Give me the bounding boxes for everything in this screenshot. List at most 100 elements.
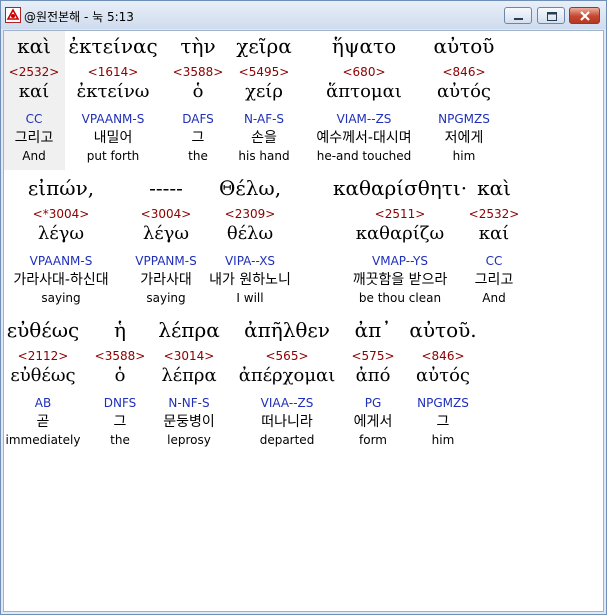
strong-number[interactable]: <846> [421, 350, 464, 362]
maximize-icon [547, 12, 557, 21]
strong-number[interactable]: <3588> [95, 350, 146, 362]
strong-number[interactable]: <2532> [9, 66, 60, 78]
app-window: @원전본해 - 눅 5:13 καὶ <2532> καί CC 그리고 And ἐκτεί… [0, 0, 607, 615]
korean-gloss: 깨끗함을 받으라 [352, 272, 448, 288]
english-gloss: leprosy [167, 433, 211, 447]
strong-number[interactable]: <3588> [173, 66, 224, 78]
korean-gloss: 곧 [36, 414, 50, 430]
greek-word: εὐθέως [6, 318, 80, 342]
greek-word: λέπρα [158, 318, 220, 342]
korean-gloss: 내밀어 [93, 130, 133, 146]
korean-gloss: 그 [436, 414, 450, 430]
strong-number[interactable]: <575> [351, 350, 394, 362]
greek-word: εἰπών, [27, 176, 95, 200]
lexical-form: αὐτός [437, 81, 491, 102]
greek-word: τὴν [180, 34, 216, 58]
parsing-code: VIAM--ZS [336, 112, 392, 126]
english-gloss: I will [236, 291, 264, 305]
maximize-button[interactable] [537, 7, 565, 24]
strong-number[interactable]: <2309> [225, 208, 276, 220]
korean-gloss: 떠나니라 [261, 414, 313, 430]
close-icon [580, 11, 590, 21]
greek-word: ἥψατο [331, 34, 397, 58]
strong-number[interactable]: <2532> [469, 208, 520, 220]
lexical-form: ὁ [192, 81, 204, 102]
english-gloss: saying [41, 291, 81, 305]
greek-word: αὐτοῦ [433, 34, 495, 58]
greek-word: χεῖρα [236, 34, 292, 58]
english-gloss: his hand [238, 149, 290, 163]
english-gloss: put forth [86, 149, 140, 163]
strong-number[interactable]: <3014> [164, 350, 215, 362]
parsing-code: VIPA--XS [224, 254, 276, 268]
english-gloss: And [482, 291, 506, 305]
strong-number[interactable]: <846> [442, 66, 485, 78]
lexical-form: λέγω [37, 223, 85, 244]
english-gloss: the [188, 149, 208, 163]
english-gloss: form [359, 433, 387, 447]
parsing-code: CC [485, 254, 503, 268]
korean-gloss: 에게서 [353, 414, 393, 430]
parsing-code: VPAANM-S [81, 112, 145, 126]
greek-word: καὶ [477, 176, 511, 200]
minimize-button[interactable] [504, 7, 532, 24]
lexical-form: λέγω [142, 223, 190, 244]
strong-number[interactable]: <*3004> [33, 208, 90, 220]
parsing-code: AB [34, 396, 52, 410]
parsing-code: N-NF-S [168, 396, 210, 410]
lexical-form: καί [478, 223, 510, 244]
minimize-icon [514, 18, 523, 20]
lexical-form: ἐκτείνω [76, 81, 150, 102]
korean-gloss: 손을 [251, 130, 277, 146]
window-title: @원전본해 - 눅 5:13 [24, 10, 134, 24]
close-button[interactable] [569, 7, 600, 24]
lexical-form: λέπρα [161, 365, 217, 386]
strong-number[interactable]: <5495> [239, 66, 290, 78]
korean-gloss: 그리고 [14, 130, 54, 146]
english-gloss: the [110, 433, 130, 447]
greek-word: ἐκτείνας [68, 34, 158, 58]
korean-gloss: 그 [113, 414, 127, 430]
lexical-form: καθαρίζω [355, 223, 445, 244]
lexical-form: ὁ [114, 365, 126, 386]
parsing-code: VPAANM-S [29, 254, 93, 268]
strong-number[interactable]: <2511> [375, 208, 426, 220]
english-gloss: immediately [5, 433, 81, 447]
app-logo-icon [5, 7, 21, 23]
strong-number[interactable]: <680> [342, 66, 385, 78]
korean-gloss: 문둥병이 [163, 414, 215, 430]
parsing-code: DNFS [103, 396, 137, 410]
strong-number[interactable]: <2112> [18, 350, 69, 362]
strong-number[interactable]: <3004> [141, 208, 192, 220]
greek-word: καὶ [17, 34, 51, 58]
parsing-code: VIAA--ZS [260, 396, 314, 410]
parsing-code: NPGMZS [438, 112, 490, 126]
greek-word: ἀπ᾽ [354, 318, 392, 342]
english-gloss: he-and touched [316, 149, 412, 163]
strong-number[interactable]: <1614> [88, 66, 139, 78]
lexical-form: αὐτός [416, 365, 470, 386]
korean-gloss: 그 [191, 130, 205, 146]
korean-gloss: 내가 원하노니 [209, 272, 291, 288]
english-gloss: be thou clean [358, 291, 442, 305]
parsing-code: NPGMZS [417, 396, 469, 410]
strong-number[interactable]: <565> [265, 350, 308, 362]
parsing-code: VMAP--YS [372, 254, 428, 268]
parsing-code: VPPANM-S [135, 254, 197, 268]
parsing-code: N-AF-S [243, 112, 285, 126]
greek-word: ἡ [114, 318, 126, 342]
greek-word: Θέλω, [218, 176, 282, 200]
korean-gloss: 가라사대-하신대 [13, 272, 109, 288]
greek-word: ἀπῆλθεν [244, 318, 330, 342]
lexical-form: θέλω [226, 223, 274, 244]
korean-gloss: 그리고 [474, 272, 514, 288]
korean-gloss: 가라사대 [140, 272, 192, 288]
parsing-code: CC [25, 112, 43, 126]
lexical-form: εὐθέως [10, 365, 76, 386]
lexical-form: καί [18, 81, 50, 102]
greek-word: ----- [149, 176, 183, 200]
english-gloss: him [452, 149, 476, 163]
lexical-form: ἅπτομαι [326, 81, 402, 102]
title-bar[interactable]: @원전본해 - 눅 5:13 [1, 1, 606, 29]
english-gloss: departed [259, 433, 315, 447]
